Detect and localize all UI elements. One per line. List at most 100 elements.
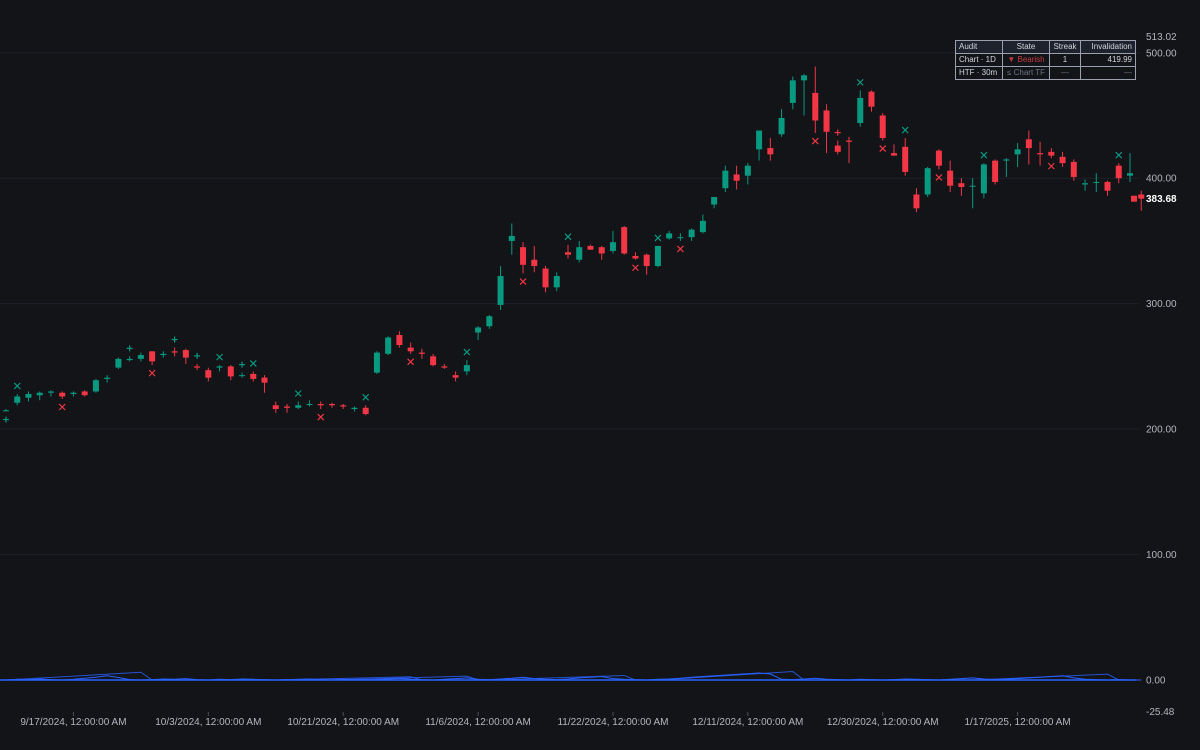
streak-header: Streak — [1049, 40, 1081, 54]
x-marker — [407, 358, 415, 366]
bull-candle — [688, 229, 695, 238]
bear-candle — [418, 352, 425, 354]
price-chart[interactable]: 513.02 -25.48 383.68 500.00 400.00 300.00 2… — [0, 0, 1200, 750]
bull-candle — [744, 165, 751, 176]
bear-candle — [227, 366, 234, 377]
bear-candle — [520, 247, 527, 265]
bear-candle — [834, 145, 841, 152]
bull-candle — [654, 245, 661, 267]
bear-candle — [632, 255, 639, 259]
x-marker — [654, 234, 662, 242]
bull-candle — [25, 393, 32, 398]
bull-candle — [756, 130, 763, 150]
x-marker — [879, 145, 887, 152]
bear-candle — [81, 391, 88, 396]
x-axis: 9/17/2024, 12:00:00 AM 10/3/2024, 12:00:0… — [20, 712, 1071, 728]
bull-candle — [36, 392, 43, 396]
bull-candle — [70, 392, 77, 394]
bull-candle — [47, 391, 54, 393]
x-marker — [317, 413, 325, 421]
bear-candle — [1104, 181, 1111, 191]
x-marker — [294, 390, 302, 397]
bear-candle — [182, 350, 189, 358]
bull-candle — [160, 353, 167, 356]
bear-candle — [430, 356, 437, 366]
x-tick-label: 1/17/2025, 12:00:00 AM — [964, 717, 1070, 728]
x-marker — [13, 382, 21, 390]
bear-candle — [396, 335, 403, 346]
bull-candle — [115, 358, 122, 368]
bear-candle — [261, 377, 268, 383]
invalidation-cell: — — [1080, 66, 1136, 80]
x-marker — [980, 151, 988, 159]
bull-candle — [295, 405, 302, 408]
x-tick-label: 12/30/2024, 12:00:00 AM — [827, 717, 939, 728]
grid-lines — [0, 52, 1140, 681]
y-tick-label: 500.00 — [1146, 48, 1177, 59]
bear-candle — [407, 347, 414, 352]
streak-cell: 1 — [1049, 53, 1081, 67]
bull-candle — [1082, 183, 1089, 185]
x-marker — [935, 173, 943, 181]
bull-candle — [497, 276, 504, 305]
y-tick-label: 0.00 — [1146, 676, 1166, 687]
bull-candle — [711, 197, 718, 205]
x-tick-label: 10/3/2024, 12:00:00 AM — [155, 717, 261, 728]
bull-candle — [92, 380, 99, 392]
bear-candle — [362, 407, 369, 415]
bull-candle — [351, 407, 358, 410]
indicator-series — [0, 671, 1142, 681]
invalidation-cell: 419.99 — [1080, 53, 1136, 67]
y-tick-label: 400.00 — [1146, 174, 1177, 185]
indicator-spike — [972, 673, 1119, 681]
x-marker — [362, 393, 370, 401]
bear-candle — [1025, 139, 1032, 149]
y-min-label: -25.48 — [1146, 707, 1175, 718]
bear-candle — [59, 392, 66, 397]
last-price-tick — [1131, 195, 1137, 202]
bull-candle — [677, 237, 684, 239]
audit-row-chart: Chart · 1D ▼ Bearish 1 419.99 — [955, 53, 1136, 67]
bull-candle — [789, 80, 796, 103]
audit-cell: Chart · 1D — [955, 53, 1003, 67]
bull-candle — [373, 352, 380, 373]
plus-marker — [126, 345, 133, 352]
bear-candle — [846, 140, 852, 142]
x-marker — [901, 126, 909, 134]
bull-candle — [216, 366, 223, 368]
bull-candle — [722, 170, 729, 189]
x-marker — [856, 78, 864, 86]
bear-candle — [902, 146, 909, 172]
x-marker — [58, 403, 66, 411]
bear-candle — [317, 404, 324, 406]
state-header: State — [1002, 40, 1050, 54]
bear-candle — [767, 148, 774, 155]
x-marker — [1115, 151, 1123, 159]
bear-candle — [1048, 151, 1055, 156]
bull-candle — [14, 396, 21, 403]
x-marker — [676, 245, 684, 253]
bear-candle — [340, 405, 347, 407]
bull-candle — [980, 164, 987, 194]
bull-candle — [553, 276, 560, 288]
bull-candle — [475, 327, 482, 333]
bear-candle — [250, 373, 257, 379]
bear-candle — [947, 170, 954, 186]
bull-candle — [239, 375, 246, 377]
bull-candle — [306, 404, 313, 406]
bull-candle — [924, 168, 931, 195]
candle-series — [3, 66, 1145, 416]
bear-candle — [913, 194, 920, 209]
bull-candle — [778, 117, 785, 135]
x-tick-label: 12/11/2024, 12:00:00 AM — [692, 717, 803, 728]
last-price-label: 383.68 — [1146, 194, 1177, 205]
x-marker — [811, 137, 819, 145]
plus-marker — [171, 336, 178, 343]
bull-candle — [801, 75, 808, 81]
bear-candle — [812, 92, 819, 121]
signal-markers — [3, 78, 1123, 423]
bear-candle — [733, 174, 740, 181]
streak-cell: — — [1049, 66, 1081, 80]
y-axis: 513.02 -25.48 383.68 500.00 400.00 300.00 2… — [1131, 32, 1177, 718]
state-cell: ▼ Bearish — [1002, 53, 1050, 67]
